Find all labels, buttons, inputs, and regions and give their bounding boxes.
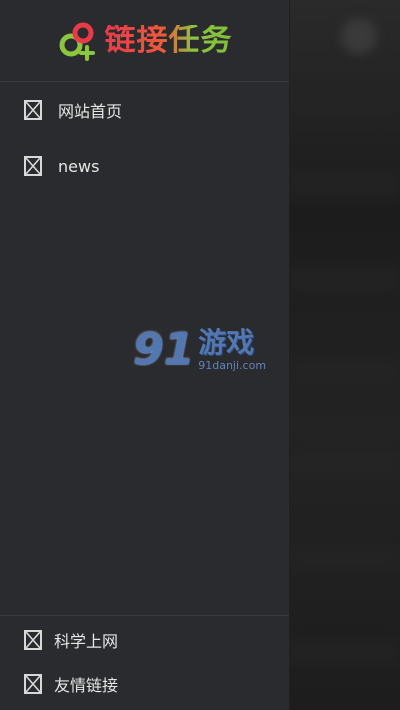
footer-item-vpn[interactable]: 科学上网 [0, 618, 289, 662]
footer-item-label: 科学上网 [54, 632, 119, 651]
blurred-row [289, 170, 400, 200]
blurred-row [289, 265, 400, 293]
menu-item-label: news [58, 156, 100, 176]
broken-image-icon [24, 156, 42, 176]
footer-item-friend-links[interactable]: 友情链接 [0, 662, 289, 706]
app-logo[interactable]: 链接任务 [57, 21, 233, 61]
drawer-footer: 科学上网 友情链接 [0, 615, 289, 710]
watermark-logo: 91 游戏 91danji.com [133, 328, 266, 372]
watermark-number: 91 [133, 324, 195, 375]
navigation-drawer: 链接任务 网站首页 news 91 游戏 91danji.com 科学上网 友情… [0, 0, 290, 710]
broken-image-icon [24, 630, 42, 650]
footer-item-label: 友情链接 [54, 676, 119, 695]
watermark-site: 91danji.com [198, 358, 267, 372]
broken-image-icon [24, 100, 42, 120]
broken-image-icon [24, 674, 42, 694]
watermark-name: 游戏 [198, 325, 255, 359]
screen: 链接任务 网站首页 news 91 游戏 91danji.com 科学上网 友情… [0, 0, 400, 710]
logo-mark-icon [59, 22, 95, 61]
logo-text: 链接任务 [104, 22, 233, 58]
drawer-menu: 网站首页 news [0, 82, 289, 194]
blurred-row [289, 640, 400, 666]
drawer-header: 链接任务 [0, 0, 289, 82]
blurred-avatar [341, 18, 377, 54]
background-content[interactable] [289, 0, 400, 710]
menu-item-label: 网站首页 [58, 102, 123, 121]
blurred-row [289, 360, 400, 386]
blurred-row [289, 450, 400, 480]
blurred-row [289, 90, 400, 114]
menu-item-news[interactable]: news [0, 138, 289, 194]
watermark-text: 游戏 91danji.com [198, 325, 267, 372]
menu-item-home[interactable]: 网站首页 [0, 82, 289, 138]
blurred-row [289, 545, 400, 573]
